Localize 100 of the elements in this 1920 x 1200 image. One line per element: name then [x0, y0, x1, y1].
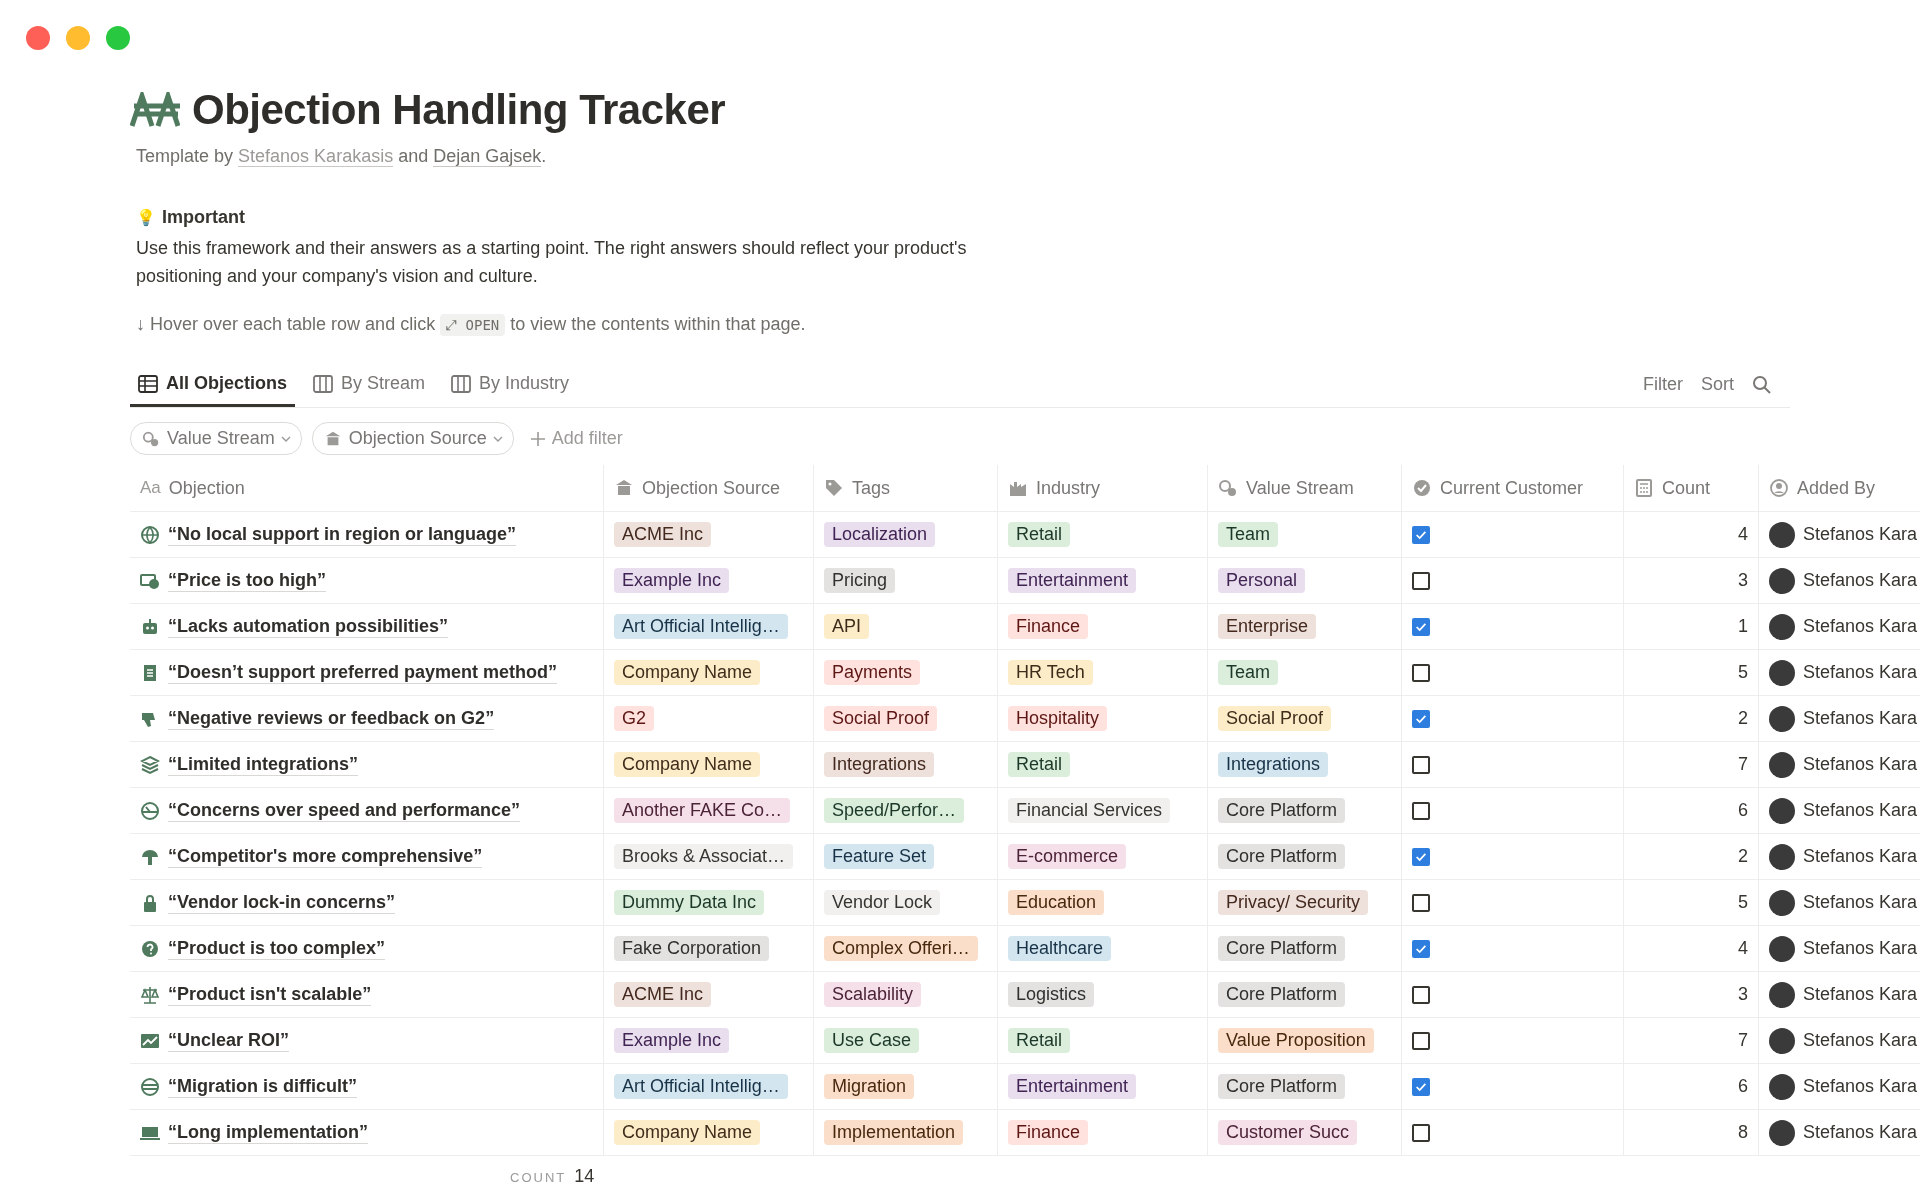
person-name: Stefanos Kara [1803, 938, 1918, 959]
tag-pill: G2 [614, 706, 654, 731]
tag-pill: Art Official Intellig… [614, 614, 788, 639]
objection-title[interactable]: “Price is too high” [168, 569, 327, 592]
tag-pill: HR Tech [1008, 660, 1093, 685]
checkbox[interactable] [1412, 709, 1430, 728]
avatar-icon [1769, 797, 1795, 824]
gauge-icon [140, 800, 160, 821]
person-circle-icon [1769, 478, 1789, 498]
checkbox[interactable] [1412, 939, 1430, 958]
objection-title[interactable]: “Limited integrations” [168, 753, 358, 776]
filter-chip[interactable]: Value Stream [130, 422, 302, 455]
author-link[interactable]: Dejan Gajsek [433, 146, 542, 167]
avatar-icon [1769, 935, 1795, 962]
toolbar-button[interactable]: Sort [1701, 374, 1734, 395]
objection-title[interactable]: “Lacks automation possibilities” [168, 615, 449, 638]
tag-pill: Education [1008, 890, 1105, 915]
column-header[interactable]: Industry [1036, 477, 1101, 499]
tag-pill: Team [1218, 522, 1278, 547]
plus-icon [529, 430, 546, 447]
count-value: 4 [1738, 938, 1748, 959]
count-value: 3 [1738, 570, 1748, 591]
checkbox[interactable] [1412, 525, 1430, 544]
lightbulb-icon: 💡 [136, 208, 156, 227]
person-name: Stefanos Kara [1803, 754, 1918, 775]
avatar-icon [1769, 1073, 1795, 1100]
tag-pill: Company Name [614, 1120, 761, 1145]
checkbox[interactable] [1412, 801, 1430, 820]
avatar-icon [1769, 889, 1795, 916]
checkbox[interactable] [1412, 617, 1430, 636]
checkbox[interactable] [1412, 663, 1430, 682]
tag-pill: Pricing [824, 568, 896, 593]
checkbox[interactable] [1412, 893, 1430, 912]
checkbox[interactable] [1412, 1077, 1430, 1096]
objection-title[interactable]: “Product isn't scalable” [168, 983, 372, 1006]
view-tab[interactable]: By Industry [443, 365, 578, 407]
tag-pill: Payments [824, 660, 921, 685]
column-header[interactable]: Count [1662, 477, 1711, 499]
checkbox[interactable] [1412, 985, 1430, 1004]
objection-title[interactable]: “Product is too complex” [168, 937, 386, 960]
callout-text: Use this framework and their answers as a starting point. The right answers should reflect your product's positioning and your company's vision and culture. [136, 237, 968, 288]
objection-title[interactable]: “Negative reviews or feedback on G2” [168, 707, 495, 730]
tag-pill: Core Platform [1218, 798, 1346, 823]
author-link[interactable]: Stefanos Karakasis [238, 146, 394, 167]
tag-pill: Localization [824, 522, 936, 547]
towers-icon [130, 92, 180, 128]
checkbox[interactable] [1412, 847, 1430, 866]
column-header[interactable]: Objection [168, 477, 245, 499]
checkbox[interactable] [1412, 755, 1430, 774]
avatar-icon [1769, 1119, 1795, 1146]
tag-pill: Social Proof [824, 706, 938, 731]
tag-pill: Example Inc [614, 1028, 730, 1053]
objection-title[interactable]: “Doesn’t support preferred payment method” [168, 661, 558, 684]
caret-icon [492, 435, 503, 442]
column-header[interactable]: Value Stream [1246, 477, 1354, 499]
text-type-icon: Aa [140, 478, 161, 498]
tag-pill: Integrations [824, 752, 935, 777]
layers-icon [140, 754, 160, 775]
count-value: 4 [1738, 524, 1748, 545]
tag-pill: Scalability [824, 982, 922, 1007]
tag-pill: Enterprise [1218, 614, 1317, 639]
search-icon[interactable] [1752, 374, 1772, 395]
count-value: 2 [1738, 708, 1748, 729]
objection-title[interactable]: “Vendor lock-in concerns” [168, 891, 396, 914]
close-window-icon[interactable] [26, 26, 50, 50]
globe-icon [140, 1076, 160, 1097]
column-header[interactable]: Current Customer [1440, 477, 1584, 499]
hint-text: ↓ Hover over each table row and click ⤢ OPEN to view the contents within that page. [136, 314, 807, 335]
count-value: 5 [1738, 892, 1748, 913]
count-value: 2 [1738, 846, 1748, 867]
column-header[interactable]: Tags [852, 477, 891, 499]
checkbox[interactable] [1412, 1123, 1430, 1142]
objection-title[interactable]: “No local support in region or language” [168, 523, 517, 546]
objection-title[interactable]: “Unclear ROI” [168, 1029, 290, 1052]
objection-title[interactable]: “Long implementation” [168, 1121, 368, 1144]
tag-pill: Use Case [824, 1028, 920, 1053]
view-tab[interactable]: By Stream [305, 365, 434, 407]
toolbar-button[interactable]: Filter [1643, 374, 1683, 395]
checkbox[interactable] [1412, 1031, 1430, 1050]
column-header[interactable]: Objection Source [642, 477, 781, 499]
add-filter-button[interactable]: Add filter [523, 427, 629, 450]
person-name: Stefanos Kara [1803, 524, 1918, 545]
count-value: 1 [1738, 616, 1748, 637]
objection-title[interactable]: “Competitor's more comprehensive” [168, 845, 483, 868]
objection-title[interactable]: “Concerns over speed and performance” [168, 799, 521, 822]
person-name: Stefanos Kara [1803, 616, 1918, 637]
avatar-icon [1769, 567, 1795, 594]
tag-pill: Privacy/ Security [1218, 890, 1369, 915]
person-name: Stefanos Kara [1803, 984, 1918, 1005]
filter-chip[interactable]: Objection Source [311, 422, 514, 455]
avatar-icon [1769, 659, 1795, 686]
tag-pill: Core Platform [1218, 844, 1346, 869]
view-tab[interactable]: All Objections [130, 365, 296, 407]
objection-title[interactable]: “Migration is difficult” [168, 1075, 357, 1098]
person-name: Stefanos Kara [1803, 846, 1918, 867]
check-circle-icon [1412, 478, 1432, 498]
checkbox[interactable] [1412, 571, 1430, 590]
tag-pill: Dummy Data Inc [614, 890, 765, 915]
tag-pill: Fake Corporation [614, 936, 770, 961]
column-header[interactable]: Added By [1797, 477, 1876, 499]
